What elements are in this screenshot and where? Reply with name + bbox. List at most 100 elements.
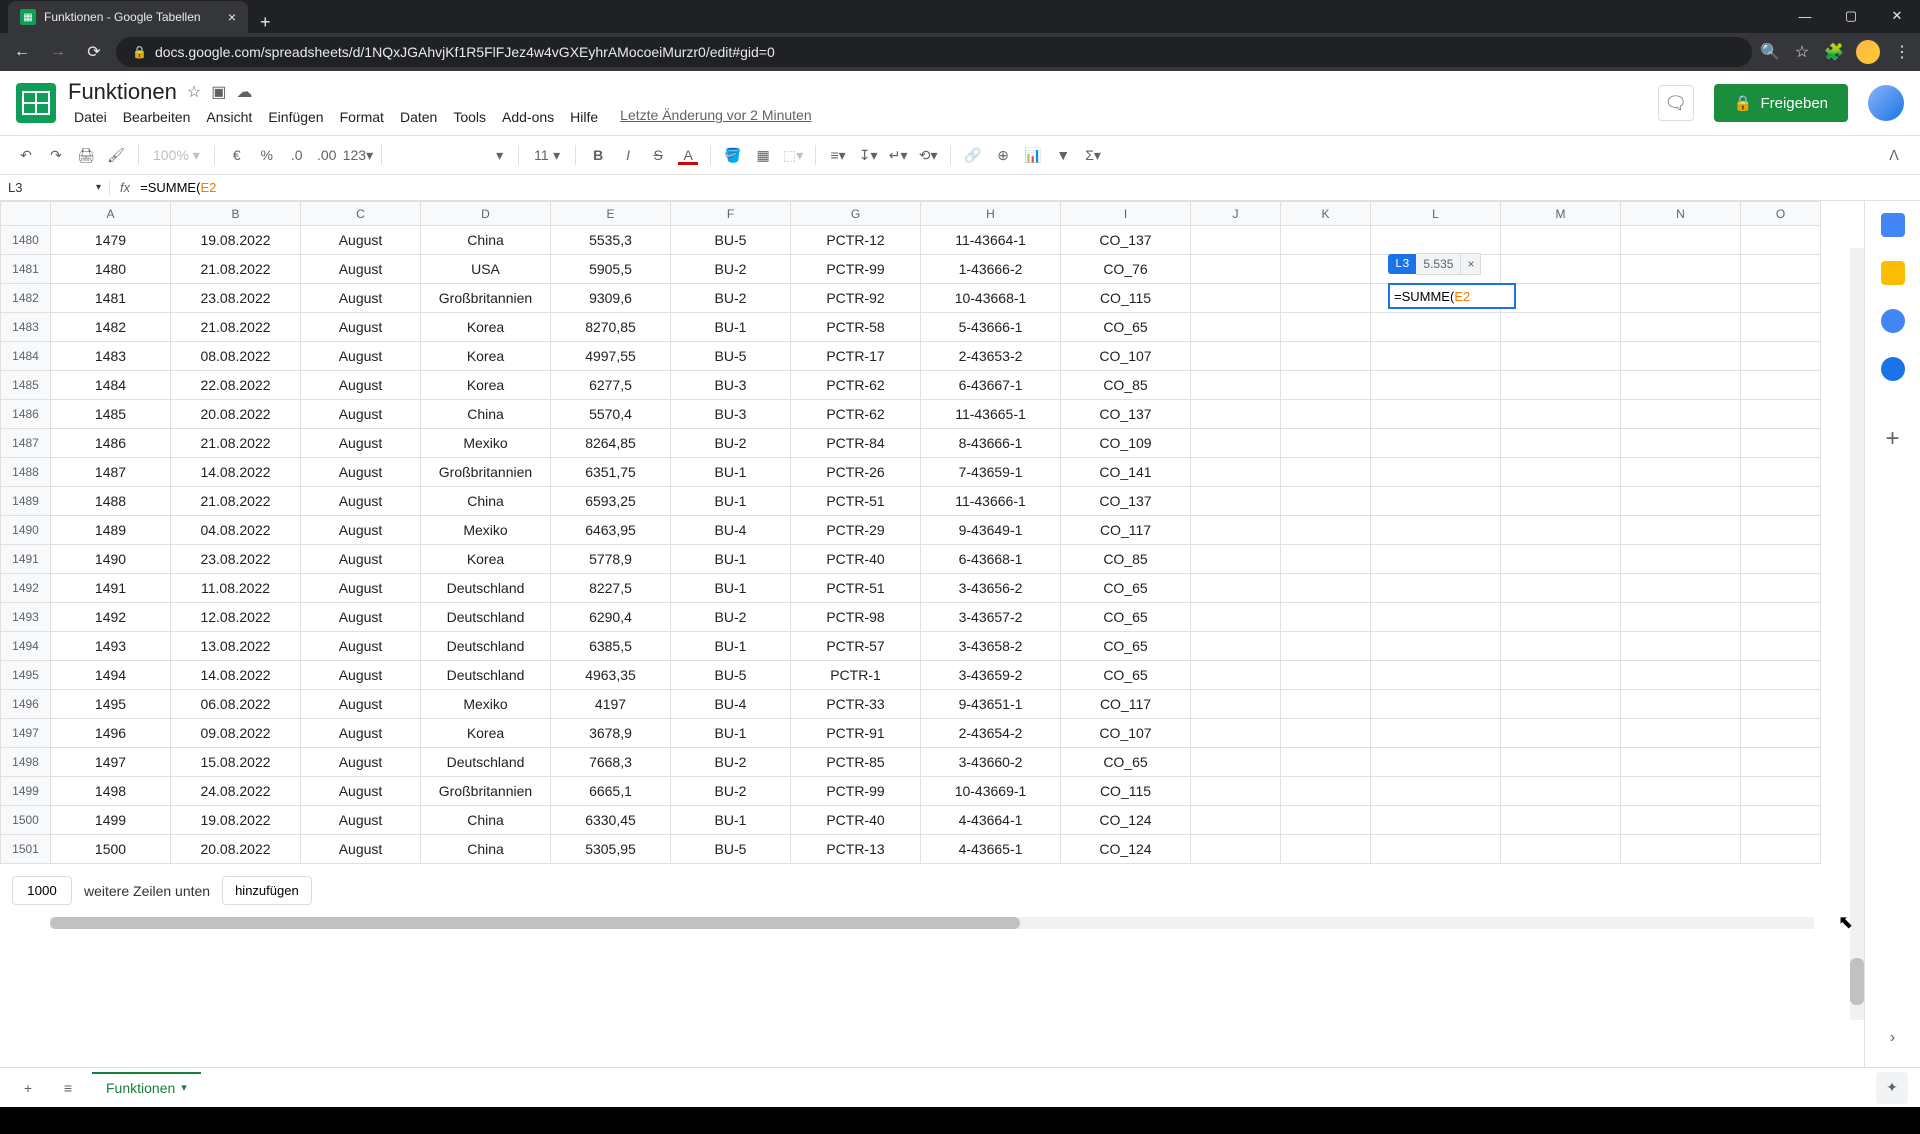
cell[interactable] (1501, 603, 1621, 632)
formula-input[interactable]: =SUMME(E2 (140, 180, 216, 196)
cell[interactable] (1281, 777, 1371, 806)
extensions-icon[interactable]: 🧩 (1824, 42, 1844, 62)
cell[interactable]: 19.08.2022 (171, 226, 301, 255)
cell[interactable]: BU-2 (671, 748, 791, 777)
explore-button[interactable]: ✦ (1876, 1072, 1908, 1104)
cell[interactable] (1741, 516, 1821, 545)
cell[interactable] (1371, 429, 1501, 458)
cell[interactable] (1741, 487, 1821, 516)
cell[interactable]: 1491 (51, 574, 171, 603)
horizontal-scrollbar[interactable] (50, 917, 1814, 929)
cell[interactable] (1191, 226, 1281, 255)
cell[interactable] (1621, 313, 1741, 342)
cell[interactable]: 10-43668-1 (921, 284, 1061, 313)
row-header[interactable]: 1497 (1, 719, 51, 748)
cell[interactable]: CO_107 (1061, 342, 1191, 371)
cell[interactable] (1501, 574, 1621, 603)
menu-hilfe[interactable]: Hilfe (564, 107, 604, 127)
cell[interactable]: 1482 (51, 313, 171, 342)
cell[interactable]: 1494 (51, 661, 171, 690)
cell[interactable]: 14.08.2022 (171, 458, 301, 487)
cell[interactable]: 1493 (51, 632, 171, 661)
url-field[interactable]: 🔒 docs.google.com/spreadsheets/d/1NQxJGA… (116, 37, 1752, 67)
cell[interactable]: Korea (421, 313, 551, 342)
cell[interactable]: CO_65 (1061, 313, 1191, 342)
column-header[interactable]: G (791, 202, 921, 226)
cell[interactable]: Deutschland (421, 603, 551, 632)
cell[interactable]: BU-4 (671, 690, 791, 719)
back-button[interactable]: ← (8, 38, 36, 66)
cell[interactable]: CO_137 (1061, 400, 1191, 429)
number-format-button[interactable]: 123▾ (343, 141, 373, 169)
functions-button[interactable]: Σ▾ (1079, 141, 1107, 169)
vertical-scrollbar[interactable] (1850, 248, 1864, 1020)
column-header[interactable]: A (51, 202, 171, 226)
cell[interactable]: 23.08.2022 (171, 284, 301, 313)
cell[interactable]: PCTR-40 (791, 545, 921, 574)
cell[interactable]: 12.08.2022 (171, 603, 301, 632)
browser-tab[interactable]: ▦ Funktionen - Google Tabellen × (8, 1, 248, 33)
cell[interactable] (1501, 719, 1621, 748)
cell[interactable] (1371, 516, 1501, 545)
cell[interactable]: Großbritannien (421, 777, 551, 806)
cell[interactable] (1621, 342, 1741, 371)
cell[interactable] (1501, 429, 1621, 458)
cell[interactable]: BU-2 (671, 284, 791, 313)
cell[interactable] (1741, 226, 1821, 255)
cell[interactable] (1741, 835, 1821, 864)
cell[interactable]: 21.08.2022 (171, 255, 301, 284)
cell[interactable]: PCTR-84 (791, 429, 921, 458)
cell[interactable]: CO_141 (1061, 458, 1191, 487)
cell[interactable]: CO_65 (1061, 574, 1191, 603)
cell[interactable]: PCTR-51 (791, 487, 921, 516)
cell[interactable]: 6290,4 (551, 603, 671, 632)
cell[interactable]: August (301, 777, 421, 806)
cell[interactable]: Deutschland (421, 748, 551, 777)
cell[interactable]: Korea (421, 719, 551, 748)
cell[interactable] (1371, 777, 1501, 806)
cell[interactable]: BU-1 (671, 632, 791, 661)
cell[interactable] (1371, 545, 1501, 574)
cell[interactable]: BU-2 (671, 255, 791, 284)
cell[interactable]: 5778,9 (551, 545, 671, 574)
cell[interactable] (1501, 690, 1621, 719)
cell[interactable] (1191, 400, 1281, 429)
row-header[interactable]: 1496 (1, 690, 51, 719)
cell[interactable]: 08.08.2022 (171, 342, 301, 371)
cell[interactable] (1501, 458, 1621, 487)
cell[interactable]: PCTR-57 (791, 632, 921, 661)
cell[interactable]: 3-43658-2 (921, 632, 1061, 661)
cell[interactable] (1281, 284, 1371, 313)
cell[interactable]: 6330,45 (551, 806, 671, 835)
cell[interactable] (1191, 371, 1281, 400)
cell[interactable]: 15.08.2022 (171, 748, 301, 777)
cell[interactable]: PCTR-58 (791, 313, 921, 342)
cell[interactable] (1501, 516, 1621, 545)
calendar-icon[interactable] (1881, 213, 1905, 237)
cell[interactable] (1371, 806, 1501, 835)
cell[interactable] (1281, 400, 1371, 429)
close-tab-icon[interactable]: × (228, 9, 236, 25)
cell[interactable]: August (301, 545, 421, 574)
cell[interactable]: BU-4 (671, 516, 791, 545)
profile-avatar[interactable] (1856, 40, 1880, 64)
cell[interactable] (1501, 632, 1621, 661)
cell[interactable] (1501, 255, 1621, 284)
cell[interactable] (1741, 806, 1821, 835)
cell[interactable] (1501, 748, 1621, 777)
cell[interactable]: 21.08.2022 (171, 487, 301, 516)
cell[interactable] (1191, 777, 1281, 806)
cell[interactable]: PCTR-92 (791, 284, 921, 313)
cell[interactable]: CO_115 (1061, 777, 1191, 806)
row-header[interactable]: 1501 (1, 835, 51, 864)
reload-button[interactable]: ⟳ (80, 38, 108, 66)
cell[interactable] (1741, 400, 1821, 429)
valign-button[interactable]: ↧▾ (854, 141, 882, 169)
undo-button[interactable]: ↶ (12, 141, 40, 169)
cell[interactable] (1371, 313, 1501, 342)
cell[interactable]: PCTR-26 (791, 458, 921, 487)
cell[interactable]: 3678,9 (551, 719, 671, 748)
row-header[interactable]: 1493 (1, 603, 51, 632)
menu-format[interactable]: Format (334, 107, 390, 127)
cell[interactable]: August (301, 226, 421, 255)
